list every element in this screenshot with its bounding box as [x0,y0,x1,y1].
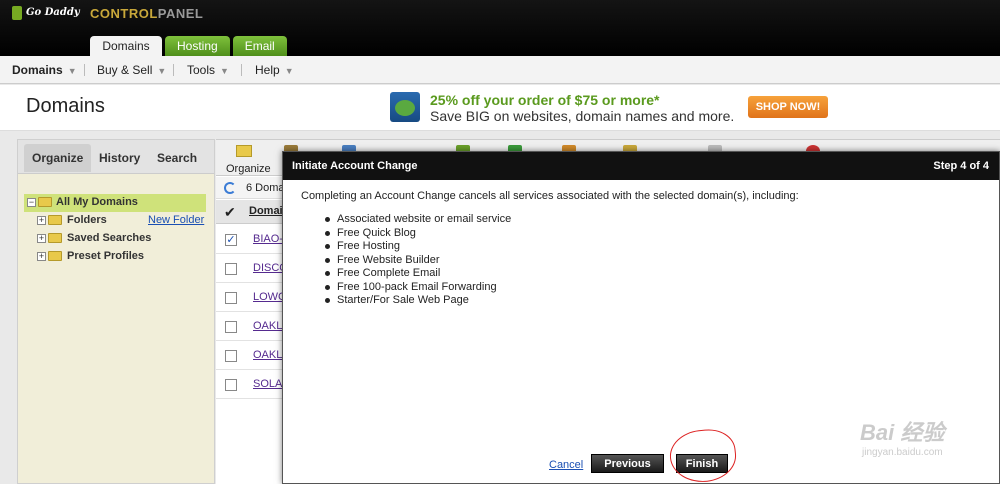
folder-icon [48,251,62,261]
domain-link[interactable]: OAKL [253,320,282,332]
chevron-down-icon: ▼ [157,66,167,76]
dialog-step: Step 4 of 4 [933,160,989,172]
row-checkbox[interactable]: ✓ [225,234,237,246]
list-item: Free Complete Email [323,267,511,281]
tree-item-folders[interactable]: + Folders New Folder [24,212,214,230]
folder-icon [38,197,52,207]
domain-link[interactable]: SOLA [253,378,282,390]
row-checkbox[interactable] [225,321,237,333]
organize-button-label[interactable]: Organize [226,163,271,175]
left-panel-tabs: Organize History Search [18,140,214,174]
previous-button[interactable]: Previous [591,454,664,473]
tree-item-label: Saved Searches [67,232,152,244]
tab-organize[interactable]: Organize [24,144,92,172]
red-circle-annotation [667,426,739,484]
top-bar: Go Daddy CONTROLPANEL Domains Hosting Em… [0,0,1000,56]
page-title: Domains [26,95,105,117]
tab-history[interactable]: History [91,144,148,172]
menu-divider [84,64,85,76]
logo-text: Go Daddy [26,7,80,18]
globe-promo-icon [390,92,420,122]
menu-divider [173,64,174,76]
control-panel-title-b: PANEL [157,6,204,21]
dialog-intro: Completing an Account Change cancels all… [301,190,799,202]
folder-icon [48,215,62,225]
tree-item-label: Folders [67,214,107,226]
menu-help-label: Help [255,63,280,77]
tab-domains[interactable]: Domains [90,36,162,56]
list-item: Associated website or email service [323,213,511,227]
list-item: Free 100-pack Email Forwarding [323,281,511,295]
folder-icon [48,233,62,243]
tree-item-all-my-domains[interactable]: − All My Domains [24,194,206,212]
promo-headline[interactable]: 25% off your order of $75 or more* [430,92,660,108]
expand-icon[interactable]: + [37,216,46,225]
list-item: Free Website Builder [323,254,511,268]
tree-item-label: All My Domains [56,196,138,208]
cancelled-services-list: Associated website or email service Free… [323,213,511,308]
domain-link[interactable]: BIAO- [253,233,283,245]
column-header-domain[interactable]: Domai [249,205,283,217]
menu-tools-label: Tools [187,63,216,77]
tab-hosting[interactable]: Hosting [165,36,230,56]
organize-folder-icon[interactable] [236,145,252,157]
domain-count: 6 Doma [246,182,285,194]
menu-divider [241,64,242,76]
control-panel-title: CONTROLPANEL [90,6,203,21]
control-panel-title-a: CONTROL [90,6,158,21]
baidu-watermark: Bai 经验 jingyan.baidu.com [850,415,970,465]
promo-subline: Save BIG on websites, domain names and m… [430,108,735,124]
menu-help[interactable]: Help ▼ [255,63,294,77]
main-tabs: Domains Hosting Email [90,36,287,56]
expand-icon[interactable]: + [37,234,46,243]
list-item: Free Hosting [323,240,511,254]
row-checkbox[interactable] [225,379,237,391]
dialog-title: Initiate Account Change [292,160,418,172]
chevron-down-icon: ▼ [284,66,294,76]
menu-bar: Domains ▼ Buy & Sell ▼ Tools ▼ Help ▼ [0,56,1000,84]
new-folder-link[interactable]: New Folder [148,214,204,226]
watermark-main: Bai 经验 [860,420,945,445]
row-checkbox[interactable] [225,350,237,362]
menu-tools[interactable]: Tools ▼ [187,63,229,77]
chevron-down-icon: ▼ [67,66,77,76]
watermark-sub: jingyan.baidu.com [862,447,943,458]
godaddy-logo[interactable]: Go Daddy [12,4,80,24]
expand-icon[interactable]: + [37,252,46,261]
tree-item-preset-profiles[interactable]: + Preset Profiles [24,248,214,266]
row-checkbox[interactable] [225,263,237,275]
menu-buy-sell[interactable]: Buy & Sell ▼ [97,63,166,77]
chevron-down-icon: ▼ [220,66,229,76]
page-header: Domains 25% off your order of $75 or mor… [0,85,1000,131]
domain-link[interactable]: OAKL [253,349,282,361]
folder-tree: − All My Domains + Folders New Folder + … [24,194,214,266]
tree-item-saved-searches[interactable]: + Saved Searches [24,230,214,248]
row-checkbox[interactable] [225,292,237,304]
collapse-icon[interactable]: − [27,198,36,207]
menu-buy-sell-label: Buy & Sell [97,63,153,77]
tab-email[interactable]: Email [232,36,287,56]
left-panel: Organize History Search − All My Domains… [17,139,215,484]
refresh-icon[interactable] [224,182,236,194]
shop-now-button[interactable]: SHOP NOW! [748,96,828,118]
tab-search[interactable]: Search [149,144,205,172]
tree-item-label: Preset Profiles [67,250,145,262]
menu-domains[interactable]: Domains ▼ [12,63,77,77]
select-all-check-icon[interactable]: ✔ [224,204,236,221]
dialog-header: Initiate Account Change Step 4 of 4 [283,152,999,180]
menu-domains-label: Domains [12,63,63,77]
list-item: Free Quick Blog [323,227,511,241]
cancel-link[interactable]: Cancel [549,459,583,471]
list-item: Starter/For Sale Web Page [323,294,511,308]
logo-badge-icon [12,6,22,20]
